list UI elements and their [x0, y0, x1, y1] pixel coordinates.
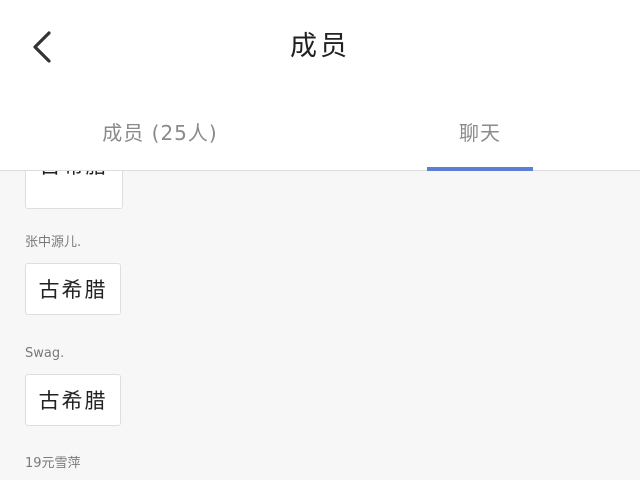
sender-name: 19元雪萍 [25, 456, 81, 471]
message-group: 19元雪萍 [25, 454, 81, 474]
tab-bar: 成员 (25人) 聊天 [0, 92, 640, 171]
message-bubble[interactable]: 古希腊 [25, 171, 123, 209]
message-bubble[interactable]: 古希腊 [25, 374, 121, 426]
tab-chat[interactable]: 聊天 [320, 92, 640, 170]
sender-name: Swag. [25, 346, 65, 361]
chat-area[interactable]: 古希腊 张中源儿. 古希腊 Swag. 古希腊 19元雪萍 [0, 171, 640, 480]
sender-name: 张中源儿. [25, 235, 82, 250]
message-text: 古希腊 [38, 389, 108, 413]
tab-members[interactable]: 成员 (25人) [0, 92, 320, 170]
page-title: 成员 [290, 31, 350, 62]
message-text: 古希腊 [38, 278, 108, 302]
message-bubble[interactable]: 古希腊 [25, 263, 121, 315]
message-group: 张中源儿. 古希腊 [25, 233, 121, 315]
message-group: Swag. 古希腊 [25, 344, 121, 426]
header: 成员 [0, 0, 640, 92]
app-window: 成员 成员 (25人) 聊天 古希腊 张中源儿. 古希腊 Swag. 古希腊 1… [0, 0, 640, 480]
message-text: 古希腊 [26, 171, 122, 180]
